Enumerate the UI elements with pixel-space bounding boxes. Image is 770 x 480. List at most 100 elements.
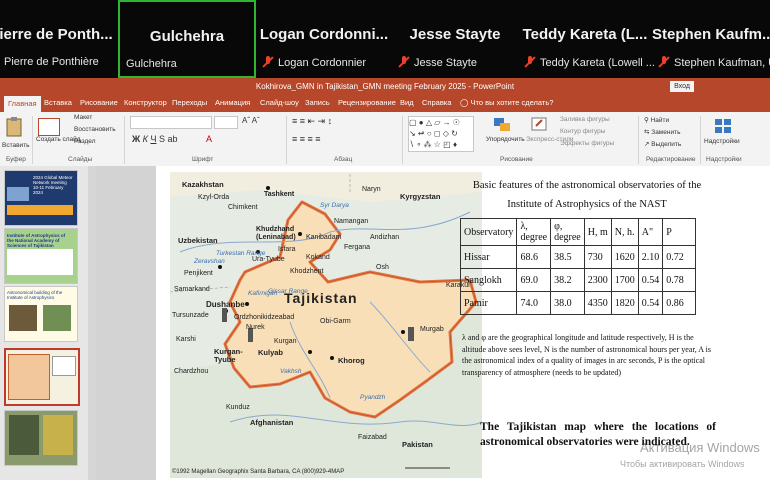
map-label-city: Kurgan-Tyube bbox=[214, 347, 243, 364]
map-label-city: Karshi bbox=[176, 336, 196, 343]
table-header-cell: H, m bbox=[583, 218, 612, 246]
shape-fill-button[interactable]: Заливка фигуры bbox=[560, 116, 610, 123]
table-cell: 0.54 bbox=[637, 291, 664, 315]
group-font-label: Шрифт bbox=[192, 156, 214, 163]
participant-display-name: Teddy Kareta (L... bbox=[522, 26, 648, 43]
table-cell: 1620 bbox=[610, 245, 639, 269]
participant-name-label: Gulchehra bbox=[126, 58, 177, 70]
map-label-city: Kanibadam bbox=[306, 234, 342, 241]
participant-tile-active-speaker[interactable]: Gulchehra Gulchehra bbox=[118, 0, 256, 78]
thumb-photo bbox=[9, 305, 37, 331]
table-header-cell: φ, degree bbox=[550, 218, 585, 246]
slide-thumbnail-2[interactable]: Institute of Astrophysics of the Nationa… bbox=[4, 228, 78, 284]
participant-name-label: Stephen Kaufman, USC bbox=[658, 56, 770, 69]
paste-label: Вставить bbox=[2, 142, 30, 149]
map-label-city: Penjikent bbox=[184, 270, 213, 277]
search-icon: ⚲ bbox=[644, 117, 649, 124]
divider bbox=[124, 116, 125, 164]
table-header-cell: P bbox=[662, 218, 697, 246]
map-label-city: Ordzhonikidzeabad bbox=[234, 314, 295, 321]
tab-animations[interactable]: Анимация bbox=[215, 98, 250, 107]
participant-tile[interactable]: Jesse Stayte Jesse Stayte bbox=[392, 0, 518, 78]
participant-tile[interactable]: Teddy Kareta (L... Teddy Kareta (Lowell … bbox=[518, 0, 655, 78]
tab-draw[interactable]: Рисование bbox=[80, 98, 118, 107]
participant-tile[interactable]: ierre de Ponth... Pierre de Ponthière bbox=[0, 0, 116, 78]
table-header-cell: λ, degree bbox=[516, 218, 552, 246]
participant-name-label: Logan Cordonnier bbox=[262, 56, 366, 69]
quick-styles-icon[interactable] bbox=[530, 116, 550, 134]
group-drawing-label: Рисование bbox=[500, 156, 533, 163]
tab-insert[interactable]: Вставка bbox=[44, 98, 72, 107]
font-grow-icon[interactable]: Aˆ Aˇ bbox=[242, 116, 260, 125]
ribbon-home: Вставить Буфер Создать слайд Макет Восст… bbox=[0, 112, 770, 167]
shape-outline-button[interactable]: Контур фигуры bbox=[560, 128, 605, 135]
sign-in-button[interactable]: Вход bbox=[670, 81, 694, 92]
powerpoint-title-bar: Kokhirova_GMN in Tajikistan_GMN meeting … bbox=[0, 78, 770, 96]
alignment-buttons[interactable]: ≡ ≡ ≡ ≡ bbox=[292, 134, 321, 144]
table-header-cell: Observatory bbox=[459, 218, 518, 246]
tab-transitions[interactable]: Переходы bbox=[172, 98, 207, 107]
addins-icon[interactable] bbox=[714, 118, 732, 134]
section-button[interactable]: Раздел bbox=[74, 138, 95, 145]
thumb-photo bbox=[43, 305, 71, 331]
tab-design[interactable]: Конструктор bbox=[124, 98, 167, 107]
tab-slideshow[interactable]: Слайд-шоу bbox=[260, 98, 299, 107]
shape-effects-button[interactable]: Эффекты фигуры bbox=[560, 140, 614, 147]
tell-me-search[interactable]: ◯ Что вы хотите сделать? bbox=[460, 98, 553, 107]
slide-thumbnail-3[interactable]: Astronomical building of the Institute o… bbox=[4, 286, 78, 342]
shapes-gallery[interactable]: ▢ ● △ ▱ → ☉ ↘ ↫ ○ ◻ ◇ ↻ ∖ ∘ ⁂ ☆ ◰ ♦ bbox=[408, 116, 474, 152]
replace-icon: ⇆ bbox=[644, 129, 650, 136]
tab-review[interactable]: Рецензирование bbox=[338, 98, 396, 107]
slide-thumbnail-1[interactable]: 2024 Global Meteor Network meeting 10-11… bbox=[4, 170, 78, 226]
map-label-city: Kokand bbox=[306, 254, 330, 261]
table-cell: 0.72 bbox=[662, 245, 697, 269]
bold-italic-underline-buttons[interactable]: Ж К Ч S ab bbox=[132, 134, 178, 144]
mic-muted-icon bbox=[398, 56, 410, 68]
map-label-city: Naryn bbox=[362, 186, 381, 193]
table-cell: Hissar bbox=[459, 245, 518, 269]
arrange-icon[interactable] bbox=[492, 116, 516, 134]
cursor-icon: ↗ bbox=[644, 141, 650, 148]
font-name-box[interactable] bbox=[130, 116, 212, 129]
table-cell: Pamir bbox=[459, 291, 518, 315]
participant-display-name: ierre de Ponth... bbox=[0, 26, 113, 43]
table-cell: 730 bbox=[583, 245, 612, 269]
tab-view[interactable]: Вид bbox=[400, 98, 414, 107]
tab-home[interactable]: Главная bbox=[4, 96, 41, 112]
layout-button[interactable]: Макет bbox=[74, 114, 92, 121]
map-label-feature: Zeravshan bbox=[194, 258, 225, 265]
map-label-country: Afghanistan bbox=[250, 418, 294, 427]
table-cell: 0.54 bbox=[637, 268, 664, 292]
select-button[interactable]: ↗ Выделить bbox=[644, 140, 681, 148]
tab-record[interactable]: Запись bbox=[305, 98, 330, 107]
group-clipboard-label: Буфер bbox=[6, 156, 26, 163]
tajikistan-map[interactable]: Kazakhstan Kyrgyzstan Uzbekistan Afghani… bbox=[170, 172, 482, 478]
windows-activation-watermark-sub: Чтобы активировать Windows bbox=[620, 459, 745, 469]
map-label-country: Kyrgyzstan bbox=[400, 192, 441, 201]
slide-thumbnail-5[interactable] bbox=[4, 410, 78, 466]
table-cell: 0.78 bbox=[662, 268, 697, 292]
participant-tile[interactable]: Stephen Kaufm... Stephen Kaufman, USC bbox=[652, 0, 770, 78]
new-slide-button[interactable] bbox=[38, 118, 60, 136]
replace-button[interactable]: ⇆ Заменить bbox=[644, 128, 680, 136]
group-addins-label: Надстройки bbox=[706, 156, 742, 163]
addins-button[interactable]: Надстройки bbox=[704, 138, 740, 145]
tab-help[interactable]: Справка bbox=[422, 98, 451, 107]
arrange-label[interactable]: Упорядочить bbox=[486, 136, 525, 143]
participant-tile[interactable]: Logan Cordonni... Logan Cordonnier bbox=[256, 0, 392, 78]
thumbnails-scrollbar[interactable] bbox=[88, 166, 96, 480]
mic-muted-icon bbox=[658, 56, 670, 68]
map-label-city: Chardzhou bbox=[174, 368, 209, 375]
font-size-box[interactable] bbox=[214, 116, 238, 129]
reset-button[interactable]: Восстановить bbox=[74, 126, 116, 133]
thumb-text-block bbox=[7, 249, 73, 275]
paste-button[interactable] bbox=[4, 116, 26, 142]
table-cell: 2300 bbox=[583, 268, 612, 292]
map-label-city: Kurgan bbox=[274, 338, 297, 345]
slide-thumbnail-4-selected[interactable] bbox=[4, 348, 80, 406]
list-buttons[interactable]: ≡ ≡ ⇤ ⇥ ↕ bbox=[292, 116, 332, 127]
window-title: Kokhirova_GMN in Tajikistan_GMN meeting … bbox=[255, 82, 515, 91]
divider bbox=[32, 116, 33, 164]
find-button[interactable]: ⚲ Найти bbox=[644, 116, 669, 124]
font-color-icon[interactable]: A bbox=[206, 134, 212, 144]
